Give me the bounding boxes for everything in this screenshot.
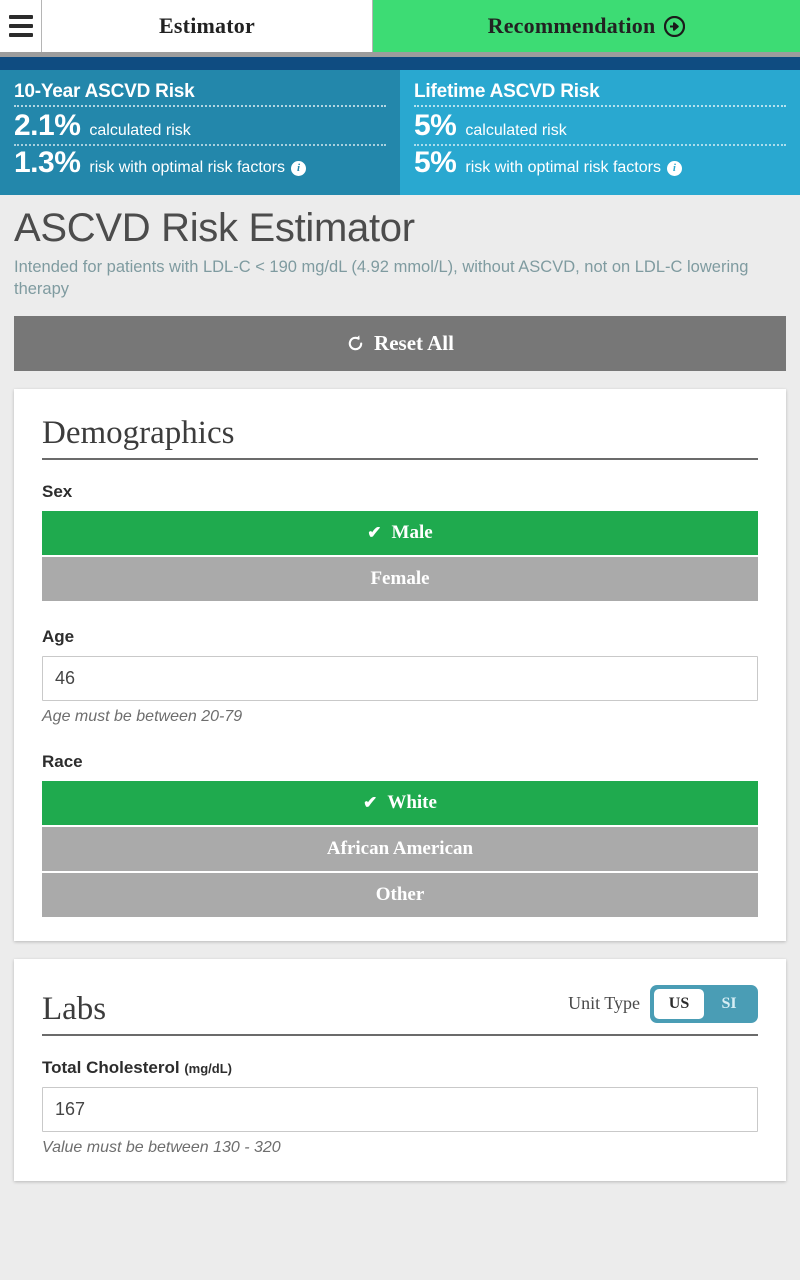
risk-panel-title: 10-Year ASCVD Risk <box>14 82 386 107</box>
unit-type-option-us[interactable]: US <box>654 989 704 1019</box>
race-option-other[interactable]: Other <box>42 873 758 917</box>
race-option-white[interactable]: ✔ White <box>42 781 758 825</box>
total-cholesterol-unit: (mg/dL) <box>184 1061 232 1076</box>
unit-type-toggle[interactable]: US SI <box>650 985 758 1023</box>
tab-estimator-label: Estimator <box>159 13 255 39</box>
total-cholesterol-label: Total Cholesterol (mg/dL) <box>42 1058 758 1078</box>
risk-optimal-value: 1.3% <box>14 147 80 179</box>
page-header: ASCVD Risk Estimator Intended for patien… <box>0 195 800 301</box>
sex-option-female[interactable]: Female <box>42 557 758 601</box>
refresh-icon <box>346 334 365 353</box>
risk-calculated-value: 2.1% <box>14 110 80 142</box>
risk-optimal-label-text: risk with optimal risk factors <box>465 159 661 177</box>
sex-option-male-label: Male <box>392 522 433 544</box>
labs-title: Labs <box>42 991 106 1027</box>
page-subtitle: Intended for patients with LDL-C < 190 m… <box>14 257 754 301</box>
sex-label: Sex <box>42 482 758 502</box>
risk-panel-10-year: 10-Year ASCVD Risk 2.1% calculated risk … <box>0 70 400 195</box>
unit-type-option-si[interactable]: SI <box>704 989 754 1019</box>
check-icon: ✔ <box>367 524 381 541</box>
demographics-card: Demographics Sex ✔ Male Female Age Age m… <box>14 389 786 941</box>
race-option-other-label: Other <box>376 884 425 906</box>
risk-banner: 10-Year ASCVD Risk 2.1% calculated risk … <box>0 70 800 195</box>
sex-option-male[interactable]: ✔ Male <box>42 511 758 555</box>
demographics-card-header: Demographics <box>42 415 758 460</box>
risk-calculated-label-text: calculated risk <box>465 122 566 140</box>
demographics-title: Demographics <box>42 415 234 451</box>
race-option-african-american[interactable]: African American <box>42 827 758 871</box>
risk-panel-title: Lifetime ASCVD Risk <box>414 82 786 107</box>
top-tab-bar: Estimator Recommendation <box>0 0 800 52</box>
hamburger-bar <box>9 24 33 28</box>
race-label: Race <box>42 752 758 772</box>
arrow-circle-right-icon <box>664 16 685 37</box>
labs-card-header: Labs Unit Type US SI <box>42 985 758 1036</box>
hamburger-bar <box>9 15 33 19</box>
total-cholesterol-input[interactable] <box>42 1087 758 1132</box>
risk-optimal-label-text: risk with optimal risk factors <box>89 159 285 177</box>
sex-option-female-label: Female <box>370 568 429 590</box>
reset-all-button[interactable]: Reset All <box>14 316 786 371</box>
reset-all-label: Reset All <box>374 331 454 356</box>
page-title: ASCVD Risk Estimator <box>14 203 786 253</box>
tab-estimator[interactable]: Estimator <box>42 0 373 52</box>
risk-optimal-label: risk with optimal risk factors i <box>89 159 306 177</box>
tab-recommendation[interactable]: Recommendation <box>373 0 800 52</box>
info-icon[interactable]: i <box>667 161 682 176</box>
risk-calculated-label: calculated risk <box>89 122 190 140</box>
check-icon: ✔ <box>363 794 377 811</box>
race-option-white-label: White <box>387 792 437 814</box>
age-label: Age <box>42 627 758 647</box>
hamburger-menu-icon[interactable] <box>0 0 42 52</box>
hamburger-bar <box>9 33 33 37</box>
risk-optimal-value: 5% <box>414 147 456 179</box>
risk-calculated-label: calculated risk <box>465 122 566 140</box>
risk-calculated-row: 2.1% calculated risk <box>14 109 386 146</box>
navy-accent-strip <box>0 57 800 70</box>
risk-calculated-label-text: calculated risk <box>89 122 190 140</box>
risk-panel-lifetime: Lifetime ASCVD Risk 5% calculated risk 5… <box>400 70 800 195</box>
age-helper-text: Age must be between 20-79 <box>42 708 758 726</box>
unit-type-control: Unit Type US SI <box>568 985 758 1027</box>
tab-recommendation-label: Recommendation <box>488 13 656 39</box>
race-option-african-american-label: African American <box>327 838 473 860</box>
risk-optimal-row: 1.3% risk with optimal risk factors i <box>14 146 386 181</box>
risk-calculated-value: 5% <box>414 110 456 142</box>
info-icon[interactable]: i <box>291 161 306 176</box>
age-input[interactable] <box>42 656 758 701</box>
sex-choice-group: ✔ Male Female <box>42 511 758 601</box>
labs-card: Labs Unit Type US SI Total Cholesterol (… <box>14 959 786 1181</box>
risk-calculated-row: 5% calculated risk <box>414 109 786 146</box>
risk-optimal-row: 5% risk with optimal risk factors i <box>414 146 786 181</box>
total-cholesterol-helper-text: Value must be between 130 - 320 <box>42 1139 758 1157</box>
total-cholesterol-label-text: Total Cholesterol <box>42 1058 180 1077</box>
risk-optimal-label: risk with optimal risk factors i <box>465 159 682 177</box>
unit-type-label: Unit Type <box>568 993 640 1014</box>
race-choice-group: ✔ White African American Other <box>42 781 758 917</box>
